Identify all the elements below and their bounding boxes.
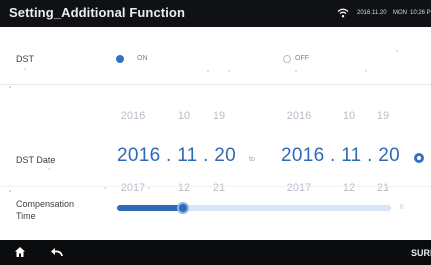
grid-dot — [207, 70, 209, 72]
dst-off-label[interactable]: OFF — [295, 55, 309, 62]
home-icon[interactable] — [14, 246, 26, 258]
dst-off-radio[interactable] — [283, 55, 291, 63]
end-month-prev[interactable]: 10 — [334, 110, 364, 122]
compensation-label-line2: Time — [16, 211, 36, 221]
compensation-slider[interactable] — [117, 202, 391, 214]
start-year-next[interactable]: 2017 — [118, 182, 148, 194]
grid-dot — [9, 86, 11, 88]
grid-dot — [24, 68, 26, 70]
dst-on-label[interactable]: ON — [137, 55, 148, 62]
start-month-next[interactable]: 12 — [169, 182, 199, 194]
dst-label: DST — [16, 54, 34, 64]
start-date-value[interactable]: 2016 . 11 . 20 — [117, 145, 236, 167]
compensation-slider-fill — [117, 205, 183, 211]
start-day-next[interactable]: 21 — [204, 182, 234, 194]
grid-dot — [48, 168, 50, 170]
grid-dot — [386, 187, 388, 189]
start-year-prev[interactable]: 2016 — [118, 110, 148, 122]
start-day-prev[interactable]: 19 — [204, 110, 234, 122]
date-range-connector: to — [249, 156, 255, 163]
grid-dot — [295, 70, 297, 72]
wifi-icon — [337, 8, 349, 18]
end-year-prev[interactable]: 2016 — [284, 110, 314, 122]
dst-on-radio[interactable] — [116, 55, 124, 63]
date-confirm-indicator[interactable] — [414, 153, 424, 163]
grid-dot — [9, 190, 11, 192]
end-day-prev[interactable]: 19 — [368, 110, 398, 122]
title-bar: Setting_Additional Function 2016.11.20 M… — [0, 0, 431, 27]
sure-button[interactable]: SURE — [411, 248, 431, 258]
dst-date-label: DST Date — [16, 155, 56, 165]
compensation-slider-thumb[interactable] — [176, 202, 189, 214]
end-date-value[interactable]: 2016 . 11 . 20 — [281, 145, 400, 167]
divider — [0, 186, 431, 187]
status-time: 10:26 P — [410, 10, 431, 16]
status-day: MON — [393, 10, 407, 16]
start-month-prev[interactable]: 10 — [169, 110, 199, 122]
end-year-next[interactable]: 2017 — [284, 182, 314, 194]
bottom-bar: SURE — [0, 240, 431, 265]
grid-dot — [396, 50, 398, 52]
grid-dot — [104, 187, 106, 189]
grid-dot — [228, 70, 230, 72]
end-day-next[interactable]: 21 — [368, 182, 398, 194]
grid-dot — [365, 70, 367, 72]
end-month-next[interactable]: 12 — [334, 182, 364, 194]
compensation-end-value: 0 — [400, 205, 404, 211]
page-title: Setting_Additional Function — [9, 5, 186, 20]
grid-dot — [148, 187, 150, 189]
back-icon[interactable] — [50, 246, 64, 258]
status-date: 2016.11.20 — [357, 10, 387, 16]
compensation-label-line1: Compensation — [16, 199, 75, 209]
divider — [0, 84, 431, 85]
